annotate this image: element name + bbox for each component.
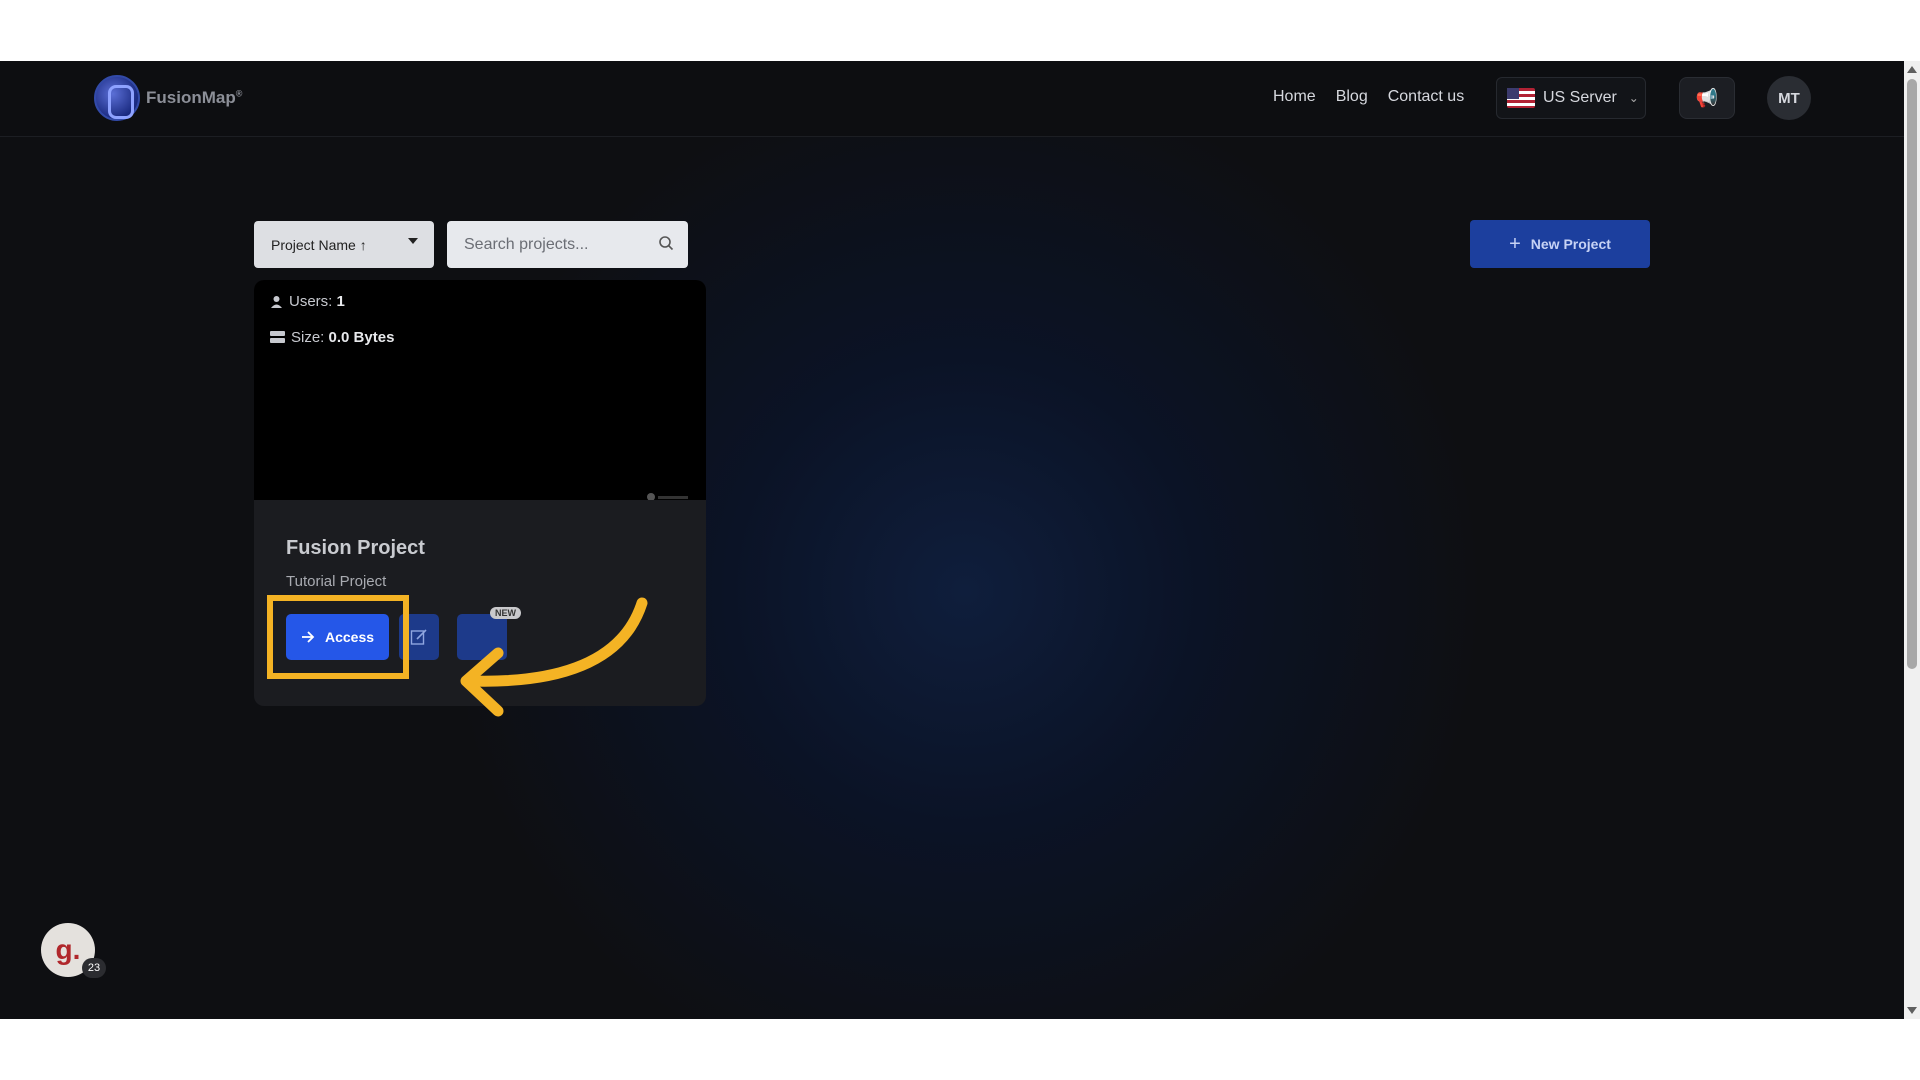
new-project-button[interactable]: + New Project	[1470, 220, 1650, 268]
brain-logo-icon	[94, 75, 140, 121]
users-stat: Users: 1	[270, 293, 345, 310]
top-navbar: FusionMap® Home Blog Contact us US Serve…	[0, 61, 1904, 137]
logo[interactable]: FusionMap®	[94, 75, 242, 121]
project-title: Fusion Project	[286, 537, 425, 559]
us-flag-icon	[1507, 88, 1535, 108]
announcements-button[interactable]: 📢	[1679, 77, 1735, 119]
new-project-label: New Project	[1530, 236, 1611, 252]
project-subtitle: Tutorial Project	[286, 573, 387, 590]
nav-home-link[interactable]: Home	[1273, 88, 1316, 106]
search-icon[interactable]	[658, 235, 674, 251]
edit-icon	[410, 629, 427, 645]
sort-dropdown[interactable]: Project Name ↑	[254, 221, 434, 268]
user-icon	[271, 296, 282, 308]
search-box	[447, 221, 688, 268]
sort-label: Project Name ↑	[271, 236, 367, 253]
chevron-down-icon: ⌄	[1628, 91, 1639, 105]
users-value: 1	[336, 293, 345, 310]
server-label: US Server	[1543, 89, 1617, 106]
widget-count-badge: 23	[82, 958, 106, 978]
annotation-arrow-icon	[460, 597, 648, 717]
server-selector[interactable]: US Server ⌄	[1496, 77, 1646, 119]
logo-text: FusionMap®	[146, 88, 243, 107]
project-preview: Users: 1 Size: 0.0 Bytes	[254, 280, 706, 500]
highlight-box	[267, 595, 409, 679]
watermark-logo-icon	[647, 493, 688, 500]
size-value: 0.0 Bytes	[328, 329, 395, 346]
plus-icon: +	[1509, 232, 1521, 255]
scroll-up-icon[interactable]	[1907, 66, 1917, 73]
app-window: FusionMap® Home Blog Contact us US Serve…	[0, 61, 1920, 1019]
scroll-down-icon[interactable]	[1907, 1007, 1917, 1014]
user-avatar[interactable]: MT	[1767, 76, 1811, 120]
storage-icon	[270, 331, 285, 343]
users-label: Users:	[289, 293, 333, 310]
nav-blog-link[interactable]: Blog	[1336, 88, 1368, 106]
size-label: Size:	[291, 329, 325, 346]
nav-contact-link[interactable]: Contact us	[1388, 88, 1464, 106]
size-stat: Size: 0.0 Bytes	[270, 329, 394, 346]
search-input[interactable]	[447, 221, 688, 268]
main-nav: Home Blog Contact us	[1273, 88, 1464, 106]
megaphone-icon: 📢	[1695, 87, 1719, 108]
scroll-thumb[interactable]	[1907, 79, 1917, 669]
vertical-scrollbar[interactable]	[1904, 61, 1920, 1019]
caret-down-icon	[408, 238, 418, 244]
